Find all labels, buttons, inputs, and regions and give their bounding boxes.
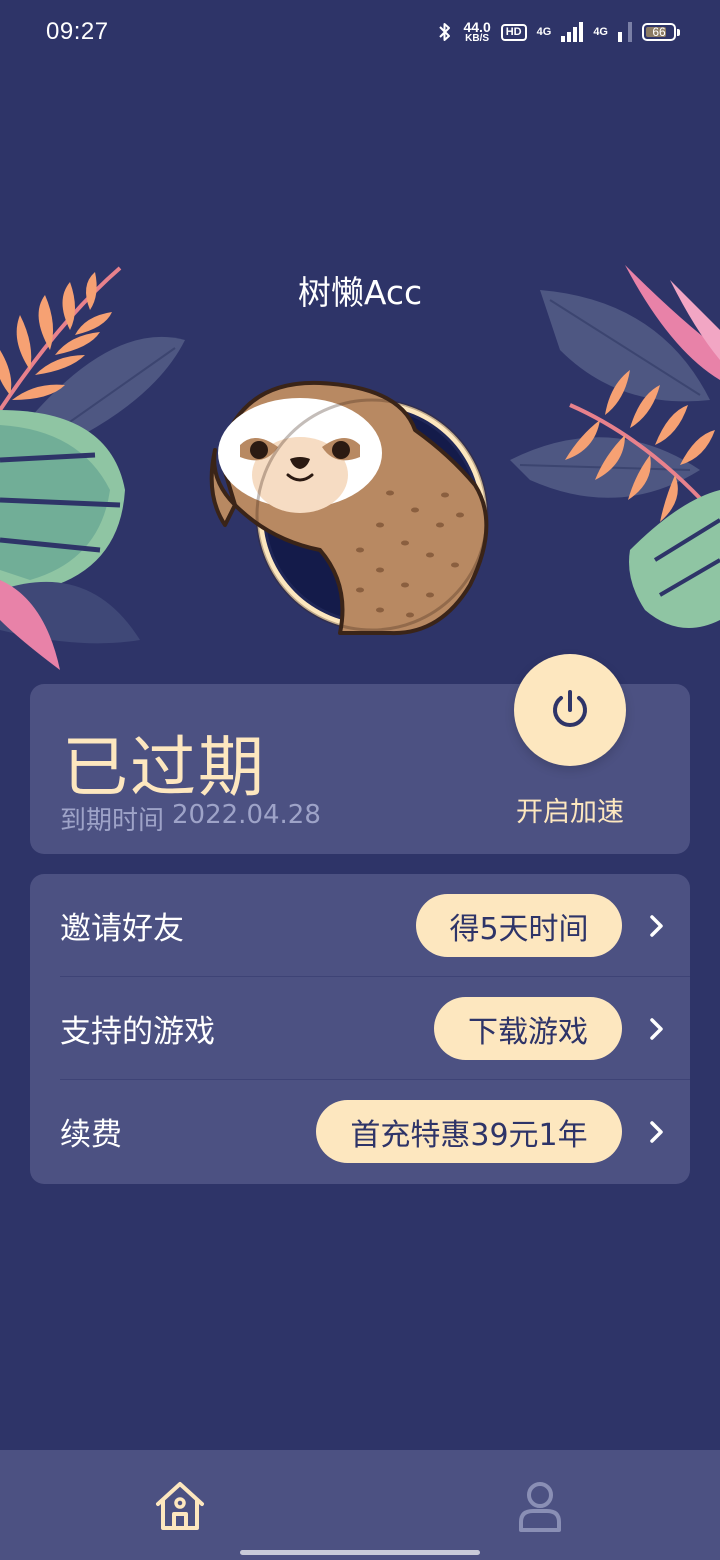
expire-date: 2022.04.28 <box>172 800 321 830</box>
hd-badge: HD <box>500 23 527 41</box>
leaves-left-decoration <box>0 266 185 670</box>
battery-icon: 66 <box>642 23 680 41</box>
network-speed-value: 44.0 <box>463 19 491 35</box>
bluetooth-icon <box>439 23 451 41</box>
power-button[interactable] <box>514 654 626 766</box>
renew-offer-pill[interactable]: 首充特惠39元1年 <box>316 1100 622 1163</box>
invite-reward-pill[interactable]: 得5天时间 <box>416 894 622 957</box>
chevron-right-icon <box>650 1120 663 1143</box>
chevron-right-icon <box>650 914 663 937</box>
menu-item-label: 续费 <box>60 1117 122 1153</box>
menu-item-label: 支持的游戏 <box>60 1014 215 1050</box>
chevron-right-icon <box>650 1017 663 1040</box>
power-button-label[interactable]: 开启加速 <box>490 790 650 829</box>
home-icon[interactable] <box>152 1478 208 1534</box>
expire-label: 到期时间 <box>60 806 165 836</box>
network-speed-unit: KB/S <box>465 33 490 44</box>
battery-level: 66 <box>652 25 666 39</box>
download-games-pill[interactable]: 下载游戏 <box>434 997 622 1060</box>
network-speed: 44.0 KB/S <box>463 20 490 44</box>
signal-icon-2 <box>618 22 632 42</box>
app-screen: 09:27 44.0 KB/S HD 4G 4G 66 树懒Acc 已过期 到期… <box>0 0 720 1560</box>
menu-item-supported-games[interactable]: 支持的游戏 下载游戏 <box>30 977 690 1080</box>
bottom-nav <box>0 1450 720 1560</box>
power-icon <box>553 690 587 727</box>
app-title: 树懒Acc <box>297 273 423 312</box>
user-icon[interactable] <box>512 1478 568 1534</box>
network-type-2: 4G <box>593 26 608 38</box>
home-indicator[interactable] <box>240 1550 480 1555</box>
status-bar: 09:27 44.0 KB/S HD 4G 4G 66 <box>0 0 720 64</box>
menu-card: 邀请好友 得5天时间 支持的游戏 下载游戏 续费 首充特惠39元1年 <box>30 874 690 1184</box>
status-icons: 44.0 KB/S HD 4G 4G 66 <box>437 20 680 44</box>
sloth-mascot-logo <box>209 380 489 636</box>
network-type-1: 4G <box>536 26 552 38</box>
menu-item-invite[interactable]: 邀请好友 得5天时间 <box>30 874 690 977</box>
leaves-right-decoration <box>510 265 720 628</box>
subscription-status-text: 已过期 <box>62 729 266 806</box>
status-time: 09:27 <box>46 18 109 45</box>
menu-item-renew[interactable]: 续费 首充特惠39元1年 <box>30 1080 690 1183</box>
menu-item-label: 邀请好友 <box>60 911 184 947</box>
expire-info: 到期时间 2022.04.28 <box>60 800 321 837</box>
signal-icon <box>561 22 584 42</box>
